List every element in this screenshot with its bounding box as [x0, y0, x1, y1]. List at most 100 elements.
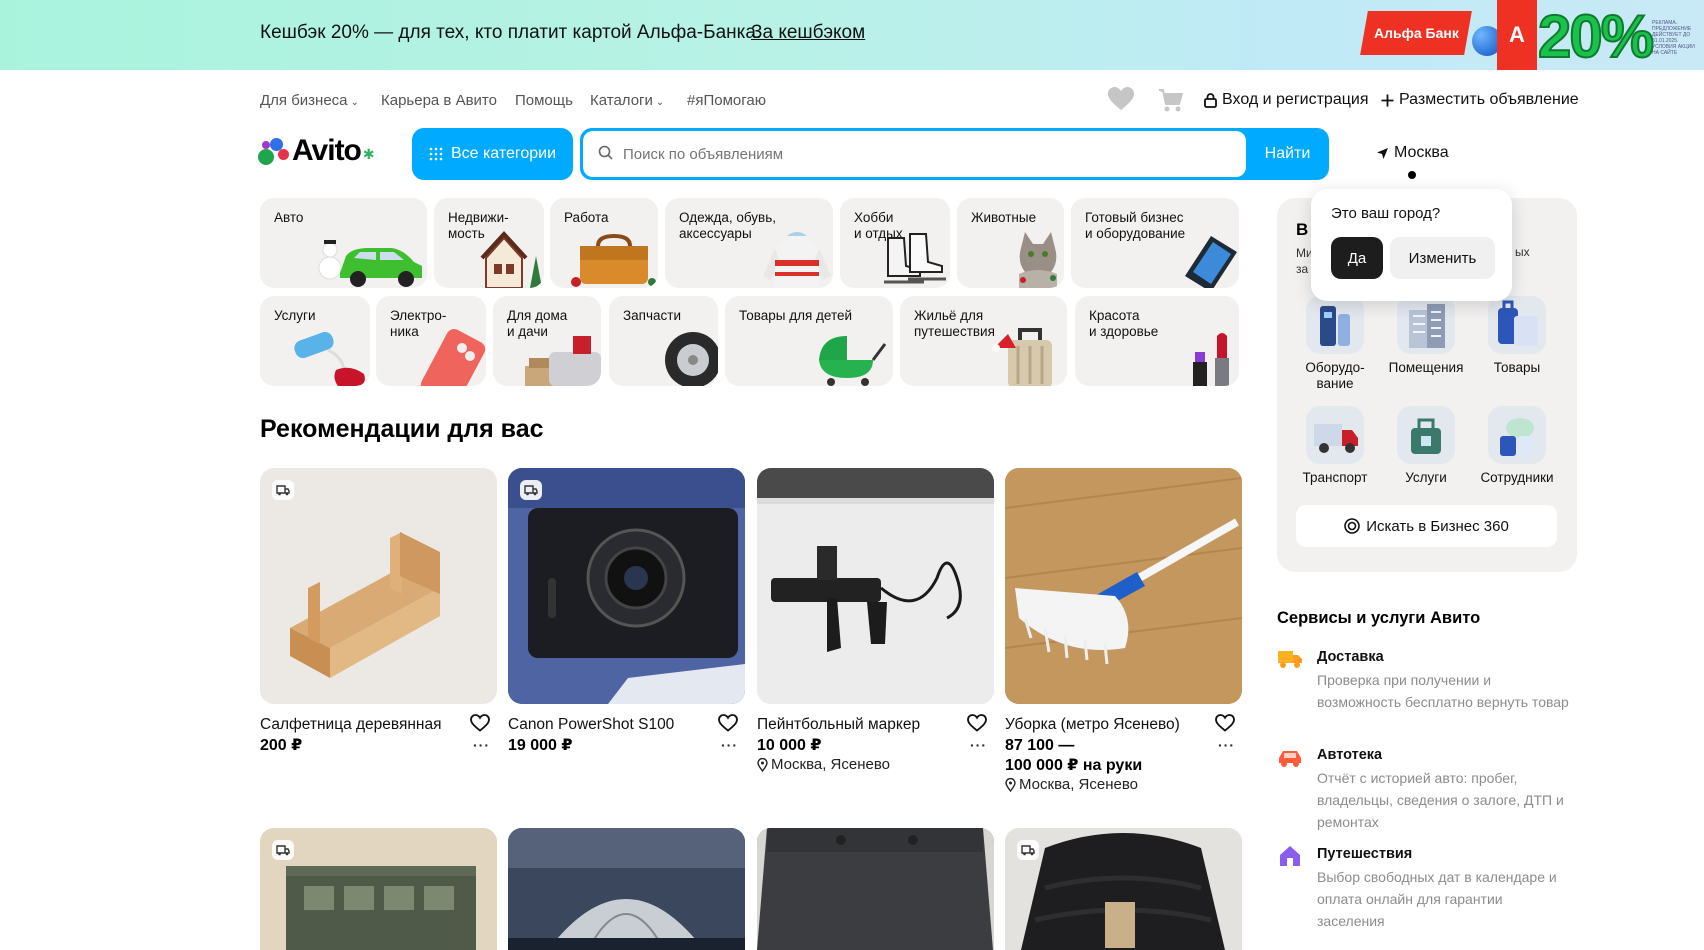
listing-image-paintball[interactable] [757, 468, 994, 704]
category-travel-housing[interactable]: Жильё для путешествия [900, 296, 1067, 386]
promo-banner[interactable]: Кешбэк 20% — для тех, кто платит картой … [0, 0, 1704, 71]
category-home[interactable]: Для дома и дачи [493, 296, 601, 386]
search-button[interactable]: Найти [1246, 128, 1329, 180]
city-selector[interactable]: Москва [1376, 144, 1449, 162]
more-options-icon[interactable]: ··· [473, 737, 490, 753]
services-bag-icon [1397, 406, 1455, 464]
tire-icon [665, 332, 718, 386]
promo-link[interactable]: За кешбэком [751, 22, 865, 44]
business-item-goods[interactable]: Товары [1472, 296, 1562, 376]
category-realty[interactable]: Недвижи- мость [434, 198, 544, 288]
listing-location: Москва, Ясенево [757, 756, 890, 773]
category-label: Готовый бизнес и оборудование [1085, 210, 1186, 241]
listing-image-jacket[interactable] [1005, 828, 1242, 950]
listing-title[interactable]: Пейнтбольный маркер [757, 716, 920, 734]
nav-catalogs[interactable]: Каталоги ⌄ [590, 92, 664, 109]
business-360-search-button[interactable]: Искать в Бизнес 360 [1296, 505, 1557, 547]
truck-icon [1306, 406, 1364, 464]
avito-logo[interactable]: Avito ✱ [258, 134, 375, 168]
city-change-button[interactable]: Изменить [1390, 237, 1495, 279]
more-options-icon[interactable]: ··· [721, 737, 738, 753]
service-autoteka[interactable]: Автотека [1317, 747, 1382, 763]
search-input[interactable] [583, 131, 1246, 177]
skates-icon [884, 233, 946, 284]
category-clothing[interactable]: Одежда, обувь, аксессуары [665, 198, 833, 288]
all-categories-label: Все категории [450, 145, 557, 162]
category-auto[interactable]: Авто [260, 198, 427, 288]
jacket-photo [1005, 828, 1242, 950]
delivery-badge [520, 480, 542, 500]
business-panel-title: В [1296, 220, 1309, 239]
service-travel-desc: Выбор свободных дат в календаре и оплата… [1317, 869, 1557, 929]
listing-title[interactable]: Салфетница деревянная [260, 716, 442, 734]
listing-image-canon[interactable] [508, 468, 745, 704]
category-parts[interactable]: Запчасти [609, 296, 718, 386]
lipstick-icon [1193, 333, 1229, 386]
nav-career[interactable]: Карьера в Авито [381, 92, 497, 109]
delivery-badge [272, 840, 294, 860]
dome-photo [508, 828, 745, 950]
all-categories-button[interactable]: Все категории [412, 128, 573, 180]
nav-business[interactable]: Для бизнеса ⌄ [260, 92, 359, 109]
house-icon [1280, 846, 1300, 866]
category-beauty[interactable]: Красота и здоровье [1075, 296, 1239, 386]
map-pin-icon [1005, 777, 1016, 792]
business-item-label: Помещения [1388, 360, 1464, 375]
city-confirm-popup: Это ваш город? Да Изменить [1311, 189, 1512, 301]
more-options-icon[interactable]: ··· [1218, 737, 1235, 753]
listing-image-toy-bus[interactable] [260, 828, 497, 950]
favorite-heart-icon[interactable] [718, 714, 738, 732]
grid-dots-icon [429, 147, 443, 161]
category-electronics[interactable]: Электро- ника [376, 296, 486, 386]
business-item-equipment[interactable]: Оборудо- вание [1290, 296, 1380, 392]
listing-title[interactable]: Canon PowerShot S100 [508, 716, 674, 734]
listing-image-dome[interactable] [508, 828, 745, 950]
nav-ipomogayu[interactable]: #яПомогаю [687, 92, 766, 109]
nav-help[interactable]: Помощь [515, 92, 573, 109]
listing-title[interactable]: Уборка (метро Ясенево) [1005, 716, 1180, 734]
promo-fine-print: РЕКЛАМА. ПРЕДЛОЖЕНИЕ ДЕЙСТВУЕТ ДО 31.01.… [1652, 20, 1695, 56]
business-item-premises[interactable]: Помещения [1381, 296, 1471, 376]
favorite-heart-icon[interactable] [470, 714, 490, 732]
delivery-badge [1017, 840, 1039, 860]
category-jobs[interactable]: Работа [550, 198, 658, 288]
more-options-icon[interactable]: ··· [970, 737, 987, 753]
category-label: Жильё для путешествия [914, 308, 995, 339]
chevron-down-icon: ⌄ [350, 97, 359, 108]
delivery-truck-icon [1278, 651, 1302, 668]
business-item-employees[interactable]: Сотрудники [1472, 406, 1562, 486]
listing-price-secondary: 100 000 ₽ на руки [1005, 757, 1143, 774]
listing-image-trousers[interactable] [757, 828, 994, 950]
promo-text: Кешбэк 20% — для тех, кто платит картой … [260, 22, 762, 43]
alfa-bank-label: Альфа Банк [1373, 25, 1459, 41]
favorite-heart-icon[interactable] [967, 714, 987, 732]
favorite-heart-icon[interactable] [1215, 714, 1235, 732]
business-item-transport[interactable]: Транспорт [1290, 406, 1380, 486]
login-link[interactable]: Вход и регистрация [1204, 91, 1368, 109]
city-confirm-yes-button[interactable]: Да [1331, 237, 1383, 279]
alfa-bank-logo: Альфа Банк [1360, 11, 1472, 55]
category-label: Животные [971, 210, 1037, 225]
service-delivery[interactable]: Доставка [1317, 649, 1384, 665]
category-kids[interactable]: Товары для детей [725, 296, 893, 386]
favorites-heart-icon[interactable] [1107, 86, 1135, 112]
paint-roller-icon [294, 331, 365, 386]
cart-icon[interactable] [1157, 86, 1185, 114]
category-business[interactable]: Готовый бизнес и оборудование [1071, 198, 1239, 288]
listing-image-napkin-holder[interactable] [260, 468, 497, 704]
business-item-services[interactable]: Услуги [1381, 406, 1471, 486]
category-label: Запчасти [623, 308, 681, 323]
post-ad-link[interactable]: Разместить объявление [1381, 91, 1579, 109]
logo-sprig-icon: ✱ [362, 145, 375, 162]
listing-image-cleaning[interactable] [1005, 468, 1242, 704]
category-animals[interactable]: Животные [957, 198, 1064, 288]
employees-icon [1488, 406, 1546, 464]
category-services[interactable]: Услуги [260, 296, 370, 386]
service-travel[interactable]: Путешествия [1317, 846, 1412, 862]
lock-icon [1204, 92, 1217, 108]
equipment-icon [1306, 296, 1364, 354]
category-label: Красота и здоровье [1089, 308, 1159, 339]
house-icon [480, 231, 542, 288]
services-title: Сервисы и услуги Авито [1277, 609, 1481, 627]
category-hobby[interactable]: Хобби и отдых [840, 198, 950, 288]
